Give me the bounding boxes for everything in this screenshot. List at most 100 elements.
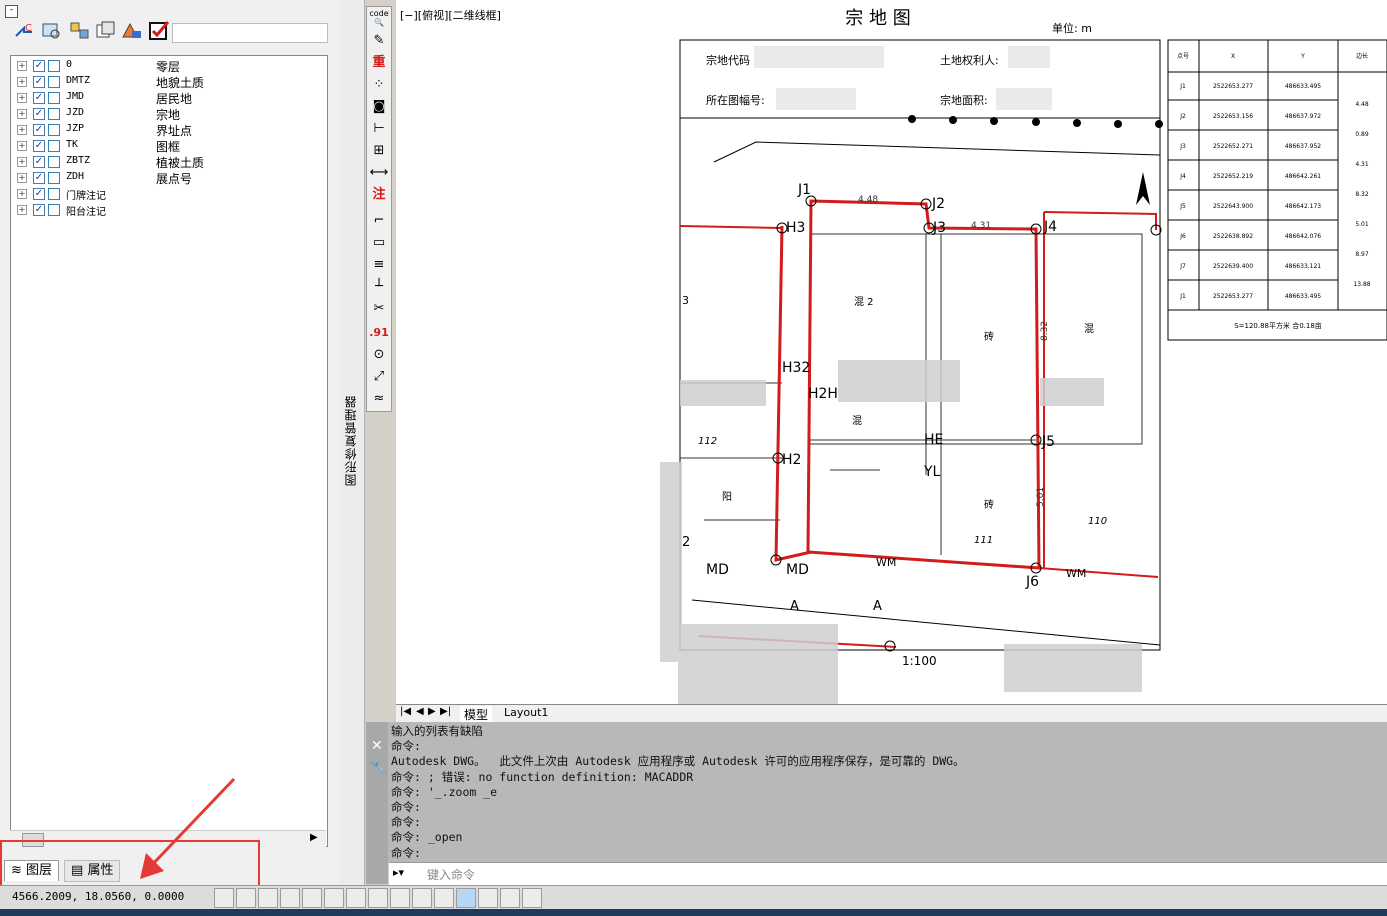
layer-visible-checkbox[interactable]: ✓ <box>33 172 45 184</box>
expand-icon[interactable]: + <box>17 157 27 167</box>
rectangle-icon[interactable]: ▭ <box>369 233 389 253</box>
dynamic-input-icon[interactable] <box>412 888 432 908</box>
expand-icon[interactable]: + <box>17 77 27 87</box>
layer-row[interactable]: + ✓ ZDH 展点号 <box>11 170 327 186</box>
diagonal-line-icon[interactable]: ⤢ <box>369 367 389 387</box>
transparency-icon[interactable] <box>456 888 476 908</box>
expand-icon[interactable]: + <box>17 125 27 135</box>
dimension-icon[interactable]: ⟷ <box>369 163 389 183</box>
layer-row[interactable]: + ✓ JZP 界址点 <box>11 122 327 138</box>
polar-tracking-icon[interactable] <box>302 888 322 908</box>
camera-icon[interactable]: ◙ <box>369 97 389 117</box>
tab-nav-first-icon[interactable]: |◀ <box>400 706 411 717</box>
elevation-tool-button[interactable]: .91 <box>369 323 389 343</box>
layer-lock-checkbox[interactable] <box>48 156 60 168</box>
layer-row[interactable]: + ✓ 门牌注记 <box>11 186 327 202</box>
layer-row[interactable]: + ✓ DMTZ 地貌土质 <box>11 74 327 90</box>
tab-nav-next-icon[interactable]: ▶ <box>428 706 436 717</box>
checkbox-icon[interactable] <box>148 20 172 42</box>
tab-layout1[interactable]: Layout1 <box>500 706 552 719</box>
svg-text:H2H: H2H <box>808 386 838 402</box>
expand-icon[interactable]: + <box>17 93 27 103</box>
code-tool-button[interactable]: code🔍 <box>369 9 389 29</box>
layer-lock-checkbox[interactable] <box>48 76 60 88</box>
measure-icon[interactable]: ⊢ <box>369 119 389 139</box>
layer-lock-checkbox[interactable] <box>48 108 60 120</box>
dynamic-ucs-icon[interactable] <box>390 888 410 908</box>
annotation-monitor-icon[interactable] <box>522 888 542 908</box>
expand-icon[interactable]: + <box>17 141 27 151</box>
cut-icon[interactable]: ✂ <box>369 299 389 319</box>
layer-lock-checkbox[interactable] <box>48 188 60 200</box>
layer-visible-checkbox[interactable]: ✓ <box>33 76 45 88</box>
ortho-mode-icon[interactable] <box>280 888 300 908</box>
expand-icon[interactable]: + <box>17 109 27 119</box>
layer-row[interactable]: + ✓ TK 图框 <box>11 138 327 154</box>
layer-visible-checkbox[interactable]: ✓ <box>33 124 45 136</box>
layer-filter-icon[interactable] <box>40 20 64 42</box>
wrench-icon[interactable]: 🔧 <box>370 760 386 775</box>
heavy-tool-button[interactable]: 重 <box>369 53 389 73</box>
wave-icon[interactable]: ≈ <box>369 389 389 409</box>
layer-row[interactable]: + ✓ 0 零层 <box>11 58 327 74</box>
layer-visible-checkbox[interactable]: ✓ <box>33 108 45 120</box>
layer-state-icon[interactable] <box>68 20 92 42</box>
layer-row[interactable]: + ✓ JMD 居民地 <box>11 90 327 106</box>
expand-icon[interactable]: + <box>17 173 27 183</box>
command-prompt-icon[interactable]: ▸▾ <box>393 866 404 879</box>
layer-row[interactable]: + ✓ ZBTZ 植被土质 <box>11 154 327 170</box>
object-snap-icon[interactable] <box>324 888 344 908</box>
command-input[interactable]: ▸▾ 键入命令 <box>389 862 1387 885</box>
selection-cycling-icon[interactable] <box>500 888 520 908</box>
pen-tool-icon[interactable]: ✎ <box>369 31 389 51</box>
layer-description: 图框 <box>156 140 181 154</box>
close-icon[interactable]: ✕ <box>371 738 383 754</box>
quick-properties-icon[interactable] <box>478 888 498 908</box>
layer-edit-icon[interactable] <box>120 20 144 42</box>
layer-visible-checkbox[interactable]: ✓ <box>33 156 45 168</box>
annotation-arrow-icon <box>140 777 236 879</box>
owner-label: 土地权利人: <box>940 54 999 67</box>
scroll-right-arrow-icon[interactable]: ▶ <box>310 832 318 843</box>
xy-icon[interactable]: ⊞ <box>369 141 389 161</box>
layer-lock-checkbox[interactable] <box>48 204 60 216</box>
table-length-cell: 5.01 <box>1355 221 1369 228</box>
layer-visible-checkbox[interactable]: ✓ <box>33 60 45 72</box>
layer-row[interactable]: + ✓ JZD 宗地 <box>11 106 327 122</box>
object-snap-tracking-icon[interactable] <box>368 888 388 908</box>
layer-visible-checkbox[interactable]: ✓ <box>33 188 45 200</box>
layer-row[interactable]: + ✓ 阳台注记 <box>11 202 327 218</box>
grid-points-icon[interactable]: ⁘ <box>369 75 389 95</box>
tab-nav-last-icon[interactable]: ▶| <box>440 706 451 717</box>
ladder-icon[interactable]: ≡ <box>369 255 389 275</box>
stair-icon[interactable]: ⌐ <box>369 211 389 231</box>
layer-lock-checkbox[interactable] <box>48 140 60 152</box>
expand-icon[interactable]: + <box>17 61 27 71</box>
3d-object-snap-icon[interactable] <box>346 888 366 908</box>
layer-lock-checkbox[interactable] <box>48 172 60 184</box>
expand-icon[interactable]: + <box>17 205 27 215</box>
layer-visible-checkbox[interactable]: ✓ <box>33 204 45 216</box>
point-circle-icon[interactable]: ⊙ <box>369 345 389 365</box>
layer-lock-checkbox[interactable] <box>48 124 60 136</box>
annotation-tool-button[interactable]: 注 <box>369 185 389 205</box>
lineweight-icon[interactable] <box>434 888 454 908</box>
layer-search-input[interactable] <box>172 23 328 43</box>
layer-visible-checkbox[interactable]: ✓ <box>33 92 45 104</box>
layer-copy-icon[interactable] <box>94 20 118 42</box>
grid-display-icon[interactable] <box>258 888 278 908</box>
table-header-cell: 点号 <box>1177 52 1189 60</box>
refresh-layers-icon[interactable]: C <box>12 20 36 42</box>
panel-minimize-button[interactable]: - <box>5 5 18 18</box>
tab-nav-prev-icon[interactable]: ◀ <box>416 706 424 717</box>
fence-icon[interactable]: ┴ <box>369 277 389 297</box>
infer-constraints-icon[interactable] <box>214 888 234 908</box>
layer-lock-checkbox[interactable] <box>48 60 60 72</box>
snap-mode-icon[interactable] <box>236 888 256 908</box>
layer-visible-checkbox[interactable]: ✓ <box>33 140 45 152</box>
expand-icon[interactable]: + <box>17 189 27 199</box>
tab-model[interactable]: 模型 <box>460 706 493 723</box>
layer-manager-panel: - C + ✓ 0 零层 + ✓ DMTZ 地貌土质 + ✓ JMD 居民地 + ✓ JZD 宗地 + ✓ JZP 界… <box>0 0 341 885</box>
scale-label: 1:100 <box>902 654 937 668</box>
layer-lock-checkbox[interactable] <box>48 92 60 104</box>
